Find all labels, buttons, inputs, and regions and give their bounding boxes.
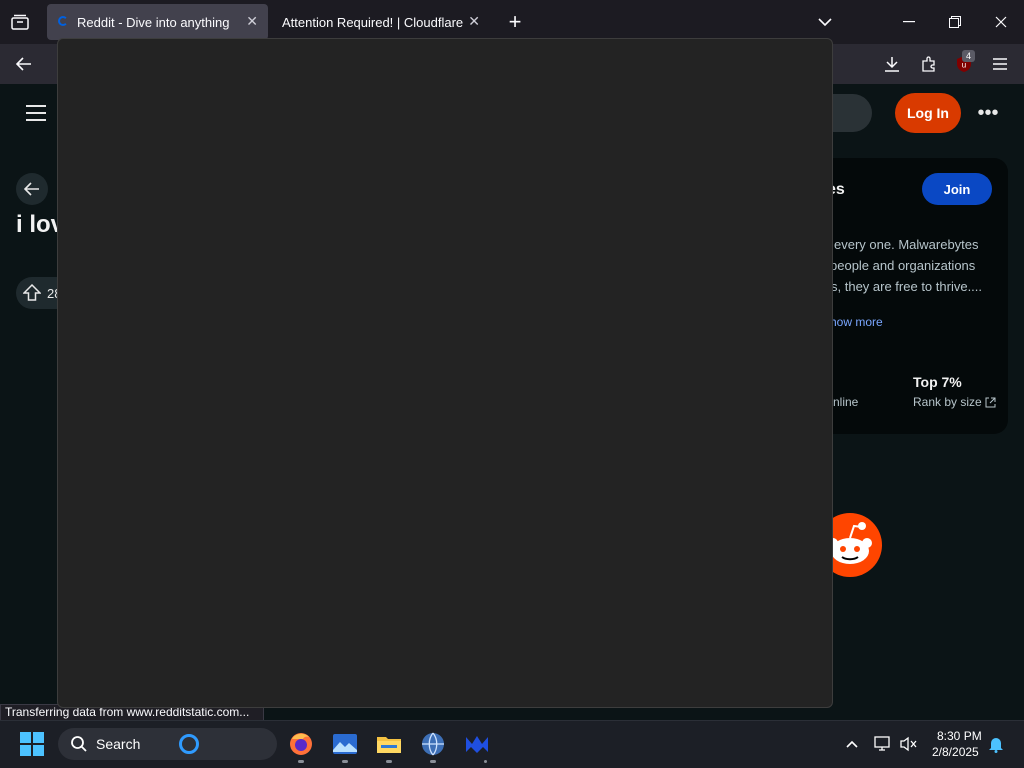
community-desc-line-3: s, they are free to thrive.... <box>831 279 983 294</box>
network-icon[interactable] <box>873 734 893 754</box>
taskbar-search-label: Search <box>96 736 141 752</box>
explorer-running-indicator <box>386 760 392 763</box>
firefox-taskbar-icon[interactable] <box>287 730 315 758</box>
overlay-popup-panel[interactable] <box>57 38 833 708</box>
join-button[interactable]: Join <box>922 173 992 205</box>
reddit-menu-icon[interactable] <box>24 102 48 124</box>
taskbar-search[interactable]: Search <box>58 728 277 760</box>
firefox-view-icon[interactable] <box>8 11 32 33</box>
clock-date[interactable]: 2/8/2025 <box>932 745 979 759</box>
rank-label-text: Rank by size <box>913 395 982 409</box>
tab-cloudflare-close-icon[interactable]: ✕ <box>468 13 480 30</box>
external-link-icon <box>985 397 996 407</box>
show-more-link[interactable]: how more <box>830 315 883 329</box>
close-window-icon[interactable] <box>988 11 1014 33</box>
malwarebytes-taskbar-icon[interactable] <box>463 730 491 758</box>
search-highlight-icon <box>179 734 199 754</box>
notification-bell-icon[interactable] <box>986 734 1006 754</box>
menu-hamburger-icon[interactable] <box>988 52 1012 76</box>
tab-reddit-label: Reddit - Dive into anything <box>77 14 230 30</box>
new-tab-icon[interactable]: + <box>503 9 527 34</box>
upvote-icon <box>23 284 41 301</box>
tab-cloudflare[interactable]: Attention Required! | Cloudflare ✕ <box>272 4 490 40</box>
ublock-badge: 4 <box>962 50 975 62</box>
volume-muted-icon[interactable] <box>899 734 919 754</box>
tab-loading-icon <box>58 16 68 26</box>
malwarebytes-running-indicator <box>484 760 487 763</box>
extensions-icon[interactable] <box>917 52 941 76</box>
firefox-running-indicator <box>298 760 304 763</box>
community-desc-line-2: people and organizations <box>830 258 976 273</box>
rank-value: Top 7% <box>913 374 962 390</box>
tab-cloudflare-label: Attention Required! | Cloudflare <box>282 14 464 30</box>
back-arrow-icon <box>24 182 39 196</box>
more-options-icon[interactable]: ••• <box>976 102 1000 124</box>
rank-label: Rank by size <box>913 395 996 409</box>
file-explorer-taskbar-icon[interactable] <box>375 730 403 758</box>
clock-time[interactable]: 8:30 PM <box>937 729 982 743</box>
tab-reddit[interactable]: Reddit - Dive into anything ✕ <box>47 4 268 40</box>
back-arrow-icon[interactable] <box>12 52 36 76</box>
download-icon[interactable] <box>880 52 904 76</box>
globe-running-indicator <box>430 760 436 763</box>
online-label: nline <box>833 395 859 409</box>
windows-start-icon[interactable] <box>20 732 44 756</box>
back-button[interactable] <box>16 173 48 205</box>
login-button[interactable]: Log In <box>895 93 961 133</box>
network-globe-taskbar-icon[interactable] <box>419 730 447 758</box>
minimize-icon[interactable] <box>896 11 922 33</box>
tab-reddit-close-icon[interactable]: ✕ <box>246 13 258 30</box>
restore-icon[interactable] <box>942 11 968 33</box>
photos-taskbar-icon[interactable] <box>331 730 359 758</box>
list-all-tabs-chevron-icon[interactable] <box>813 11 837 33</box>
search-icon <box>71 736 87 752</box>
community-desc-line-1: every one. Malwarebytes <box>834 237 979 252</box>
photos-running-indicator <box>342 760 348 763</box>
show-hidden-icons-chevron-icon[interactable] <box>842 734 862 754</box>
